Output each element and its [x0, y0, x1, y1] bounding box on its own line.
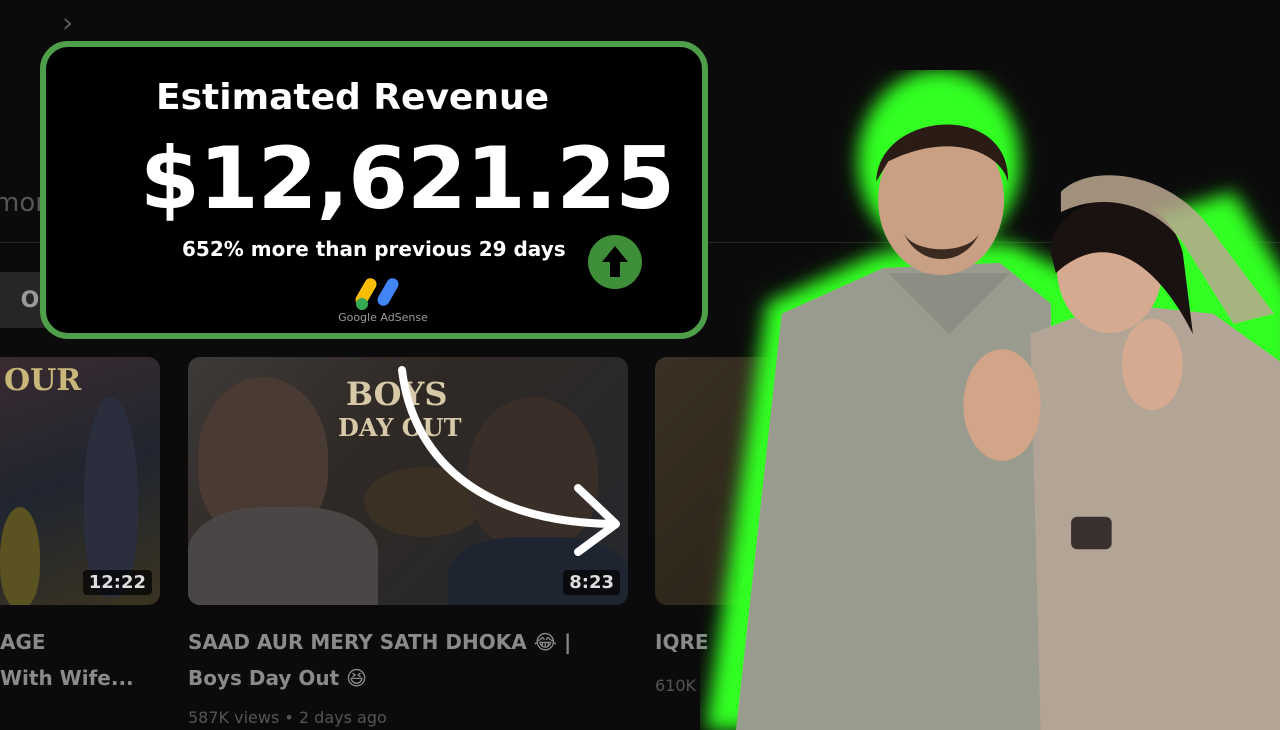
filter-chip-label: O: [20, 287, 40, 313]
google-adsense-label: Google AdSense: [338, 311, 428, 324]
estimated-revenue-card: Estimated Revenue $12,621.25 652% more t…: [40, 41, 708, 339]
couple-photo: [705, 70, 1280, 730]
video-title[interactable]: AGE: [0, 630, 46, 654]
video-duration: 12:22: [82, 570, 152, 595]
person-figure: [0, 507, 40, 605]
video-title[interactable]: SAAD AUR MERY SATH DHOKA 😂 |: [188, 630, 571, 654]
curved-arrow-icon: [398, 366, 620, 556]
video-meta: 587K views • 2 days ago: [188, 708, 387, 727]
video-title[interactable]: With Wife...: [0, 666, 134, 690]
revenue-comparison: 652% more than previous 29 days: [182, 237, 566, 261]
thumbnail-overlay-text: OUR: [4, 363, 82, 398]
chevron-right-icon[interactable]: ›: [62, 6, 73, 39]
person-body: [188, 507, 378, 605]
revenue-title: Estimated Revenue: [156, 77, 549, 118]
revenue-amount: $12,621.25: [140, 129, 675, 229]
video-duration: 8:23: [563, 570, 620, 595]
video-meta: 610K: [655, 676, 697, 695]
person-figure: [84, 397, 138, 597]
video-thumbnail-1[interactable]: OUR 12:22: [0, 357, 160, 605]
video-title[interactable]: Boys Day Out 😆: [188, 666, 367, 690]
arrow-up-icon: [588, 235, 642, 289]
google-adsense-logo-icon: [355, 278, 399, 310]
